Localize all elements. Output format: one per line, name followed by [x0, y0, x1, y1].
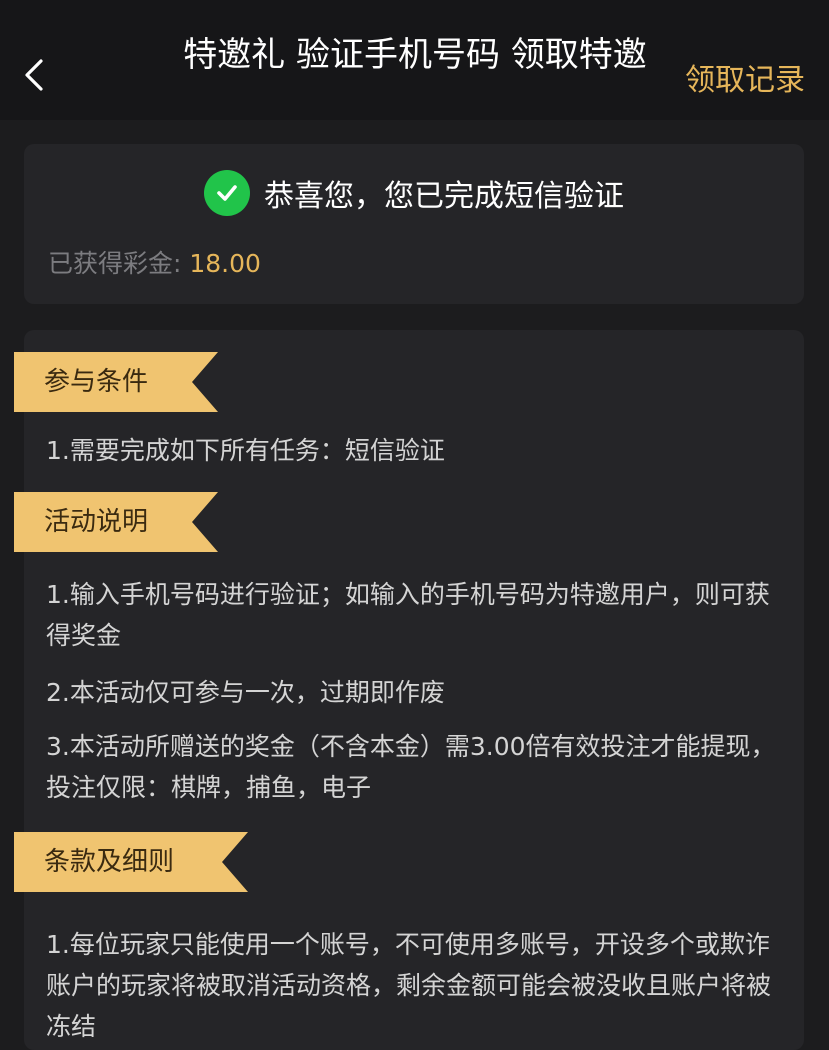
header-bar: 特邀礼 验证手机号码 领取特邀 领取记录	[0, 0, 829, 120]
activity-item: 3.本活动所赠送的奖金（不含本金）需3.00倍有效投注才能提现，投注仅限：棋牌，…	[46, 732, 776, 802]
chevron-left-icon	[25, 59, 43, 91]
section-tag-conditions: 参与条件	[14, 352, 218, 412]
back-button[interactable]	[14, 50, 54, 100]
reward-row: 已获得彩金: 18.00	[48, 244, 261, 280]
section-title: 参与条件	[14, 352, 218, 412]
page-title: 特邀礼 验证手机号码 领取特邀	[183, 35, 647, 75]
check-circle-icon	[204, 170, 250, 216]
activity-item: 1.输入手机号码进行验证；如输入的手机号码为特邀用户，则可获得奖金	[46, 580, 770, 650]
section-tag-activity: 活动说明	[14, 492, 218, 552]
section-title: 活动说明	[14, 492, 218, 552]
reward-value: 18.00	[189, 249, 261, 278]
claim-records-link[interactable]: 领取记录	[685, 55, 805, 99]
activity-info-card: 参与条件 1.需要完成如下所有任务：短信验证 活动说明 1.输入手机号码进行验证…	[24, 330, 804, 1050]
verification-success-card: 恭喜您，您已完成短信验证 已获得彩金: 18.00	[24, 144, 804, 304]
section-title: 条款及细则	[14, 832, 248, 892]
terms-item: 1.每位玩家只能使用一个账号，不可使用多账号，开设多个或欺诈账户的玩家将被取消活…	[46, 930, 772, 1041]
activity-item: 2.本活动仅可参与一次，过期即作废	[46, 678, 445, 707]
reward-label: 已获得彩金:	[48, 249, 190, 278]
success-message-row: 恭喜您，您已完成短信验证	[24, 170, 804, 216]
section-tag-terms: 条款及细则	[14, 832, 248, 892]
success-message: 恭喜您，您已完成短信验证	[264, 179, 624, 214]
condition-item: 1.需要完成如下所有任务：短信验证	[46, 436, 445, 465]
